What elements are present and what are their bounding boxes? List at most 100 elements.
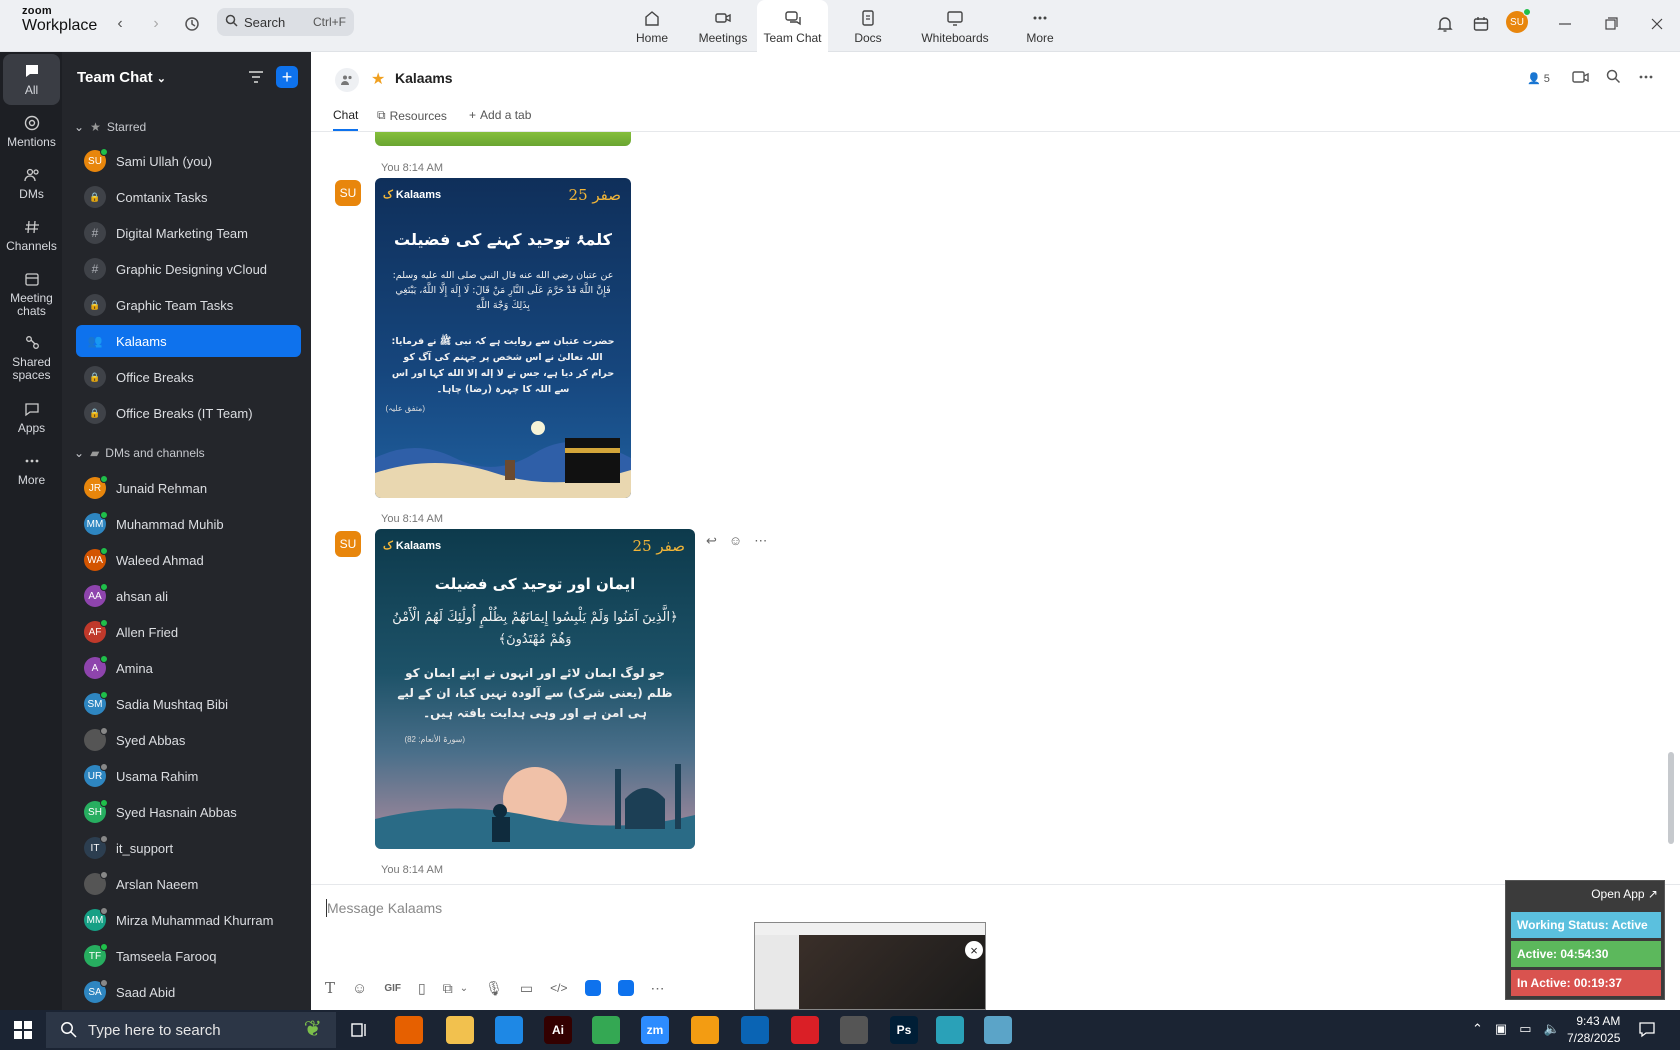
chrome-icon[interactable] (592, 1016, 620, 1044)
rail-channels[interactable]: Channels (3, 218, 60, 253)
history-icon[interactable] (180, 12, 204, 36)
chat-app-icon[interactable] (617, 980, 634, 996)
minimize-icon[interactable] (1554, 13, 1576, 35)
more-options-icon[interactable] (1638, 69, 1654, 89)
star-icon[interactable]: ★ (371, 69, 385, 89)
screenshot-icon[interactable]: ⧉ (443, 980, 453, 997)
sidebar-dm-amina[interactable]: A Amina (76, 652, 301, 684)
vscode-icon[interactable] (495, 1016, 523, 1044)
sidebar-item-graphic-team-tasks[interactable]: 🔒 Graphic Team Tasks (76, 289, 301, 321)
code-icon[interactable]: </> (550, 981, 567, 995)
sidebar-item-office-breaks-it-team[interactable]: 🔒 Office Breaks (IT Team) (76, 397, 301, 429)
vpn-icon[interactable] (936, 1016, 964, 1044)
tab-chat[interactable]: Chat (333, 108, 359, 131)
maximize-icon[interactable] (1600, 13, 1622, 35)
chevron-up-icon[interactable]: ⌃ (1472, 1021, 1483, 1037)
sidebar-item-office-breaks[interactable]: 🔒 Office Breaks (76, 361, 301, 393)
channel-title[interactable]: Kalaams (395, 70, 453, 86)
chevron-down-icon[interactable]: ⌄ (460, 983, 468, 994)
volume-icon[interactable]: 🔈 (1544, 1021, 1560, 1037)
sidebar-item-kalaams[interactable]: 👥 Kalaams (76, 325, 301, 357)
search-icon[interactable] (1606, 69, 1621, 89)
sidebar-item-graphic-designing-vcloud[interactable]: # Graphic Designing vCloud (76, 253, 301, 285)
sidebar-dm-sadia-mushtaq-bibi[interactable]: SM Sadia Mushtaq Bibi (76, 688, 301, 720)
sidebar-title[interactable]: Team Chat ⌄ (77, 69, 166, 86)
firefox-icon[interactable] (395, 1016, 423, 1044)
app-icon[interactable] (691, 1016, 719, 1044)
zoom-icon[interactable]: zm (641, 1016, 669, 1044)
composer-placeholder[interactable]: Message Kalaams (327, 900, 442, 916)
rail-meeting-chats[interactable]: Meeting chats (3, 270, 60, 318)
sidebar-dm-arslan-naeem[interactable]: Arslan Naeem (76, 868, 301, 900)
search-input[interactable]: Search Ctrl+F (217, 8, 354, 36)
previous-image-card[interactable] (375, 132, 631, 146)
new-chat-button[interactable]: + (276, 66, 298, 88)
sidebar-dm-allen-fried[interactable]: AF Allen Fried (76, 616, 301, 648)
outlook-icon[interactable] (741, 1016, 769, 1044)
gif-icon[interactable]: GIF (384, 983, 401, 994)
sidebar-item-comtanix-tasks[interactable]: 🔒 Comtanix Tasks (76, 181, 301, 213)
illustrator-icon[interactable]: Ai (544, 1016, 572, 1044)
calendar-icon[interactable] (1470, 13, 1492, 35)
reply-icon[interactable]: ↩ (706, 533, 717, 549)
windows-start-icon[interactable] (14, 1021, 32, 1044)
scrollbar-thumb[interactable] (1668, 752, 1674, 844)
sidebar-dm-saad-abid[interactable]: SA Saad Abid (76, 976, 301, 1008)
nav-whiteboards[interactable]: Whiteboards (914, 0, 996, 52)
sidebar-dm-usama-rahim[interactable]: UR Usama Rahim (76, 760, 301, 792)
image-card[interactable]: ﮎ Kalaams صفر 25 کلمۂ توحید کہنے کی فضیل… (375, 178, 631, 498)
more-icon[interactable]: ⋯ (754, 533, 767, 549)
sidebar-dm-muhammad-muhib[interactable]: MM Muhammad Muhib (76, 508, 301, 540)
video-icon[interactable] (1572, 70, 1590, 89)
notes-icon[interactable] (984, 1016, 1012, 1044)
sidebar-item-digital-marketing-team[interactable]: # Digital Marketing Team (76, 217, 301, 249)
sidebar-dm-mirza-muhammad-khurram[interactable]: MM Mirza Muhammad Khurram (76, 904, 301, 936)
members-button[interactable]: 👤 5 (1527, 72, 1550, 86)
message-composer[interactable]: Message Kalaams T ☺ GIF ▯ ⧉ ⌄ 🎙 ▭ </> ⋯ (311, 884, 1680, 1010)
tray-app-icon[interactable]: ▣ (1495, 1021, 1507, 1037)
file-explorer-icon[interactable] (446, 1016, 474, 1044)
rail-shared-spaces[interactable]: Shared spaces (3, 334, 60, 382)
sidebar-dm-waleed-ahmad[interactable]: WA Waleed Ahmad (76, 544, 301, 576)
screen-preview-thumbnail[interactable]: × (754, 922, 986, 1010)
rail-mentions[interactable]: Mentions (3, 114, 60, 149)
close-icon[interactable]: × (965, 941, 983, 959)
open-app-link[interactable]: Open App ↗ (1591, 887, 1658, 901)
app-icon[interactable] (584, 980, 601, 996)
creative-cloud-icon[interactable] (791, 1016, 819, 1044)
emoji-icon[interactable]: ☺ (729, 533, 742, 549)
message-avatar[interactable]: SU (335, 531, 361, 557)
more-icon[interactable]: ⋯ (651, 980, 665, 997)
avatar[interactable]: SU (1506, 8, 1531, 33)
sidebar-dm-junaid-rehman[interactable]: JR Junaid Rehman (76, 472, 301, 504)
system-clock[interactable]: 9:43 AM 7/28/2025 (1567, 1013, 1620, 1047)
task-view-icon[interactable] (350, 1021, 368, 1044)
file-icon[interactable]: ▯ (418, 980, 426, 997)
text-format-icon[interactable]: T (325, 979, 335, 997)
message-avatar[interactable]: SU (335, 180, 361, 206)
nav-home[interactable]: Home (622, 0, 682, 52)
rail-dms[interactable]: DMs (3, 166, 60, 201)
dms-section[interactable]: ⌄ ▰ DMs and channels (74, 446, 205, 460)
mic-icon[interactable]: 🎙 (485, 980, 503, 997)
sidebar-dm-it-support[interactable]: IT it_support (76, 832, 301, 864)
back-arrow-icon[interactable]: ‹ (108, 12, 132, 36)
emoji-icon[interactable]: ☺ (352, 980, 367, 997)
nav-team-chat[interactable]: Team Chat (757, 0, 828, 52)
rail-more[interactable]: More (3, 452, 60, 487)
forward-arrow-icon[interactable]: › (144, 12, 168, 36)
network-icon[interactable]: ▭ (1519, 1021, 1531, 1037)
sidebar-dm-syed-hasnain-abbas[interactable]: SH Syed Hasnain Abbas (76, 796, 301, 828)
pen-icon[interactable] (840, 1016, 868, 1044)
rail-all[interactable]: All (3, 54, 60, 105)
image-card[interactable]: ﮎ Kalaams صفر 25 ایمان اور توحید کی فضیل… (375, 529, 695, 849)
nav-docs[interactable]: Docs (840, 0, 896, 52)
starred-section[interactable]: ⌄ ★ Starred (74, 120, 146, 134)
sidebar-item-sami-ullah-you[interactable]: SU Sami Ullah (you) (76, 145, 301, 177)
notification-icon[interactable] (1638, 1020, 1656, 1043)
nav-more[interactable]: More (1016, 0, 1064, 52)
filter-icon[interactable] (247, 68, 265, 91)
nav-meetings[interactable]: Meetings (690, 0, 756, 52)
close-icon[interactable] (1646, 13, 1668, 35)
video-message-icon[interactable]: ▭ (520, 980, 533, 997)
